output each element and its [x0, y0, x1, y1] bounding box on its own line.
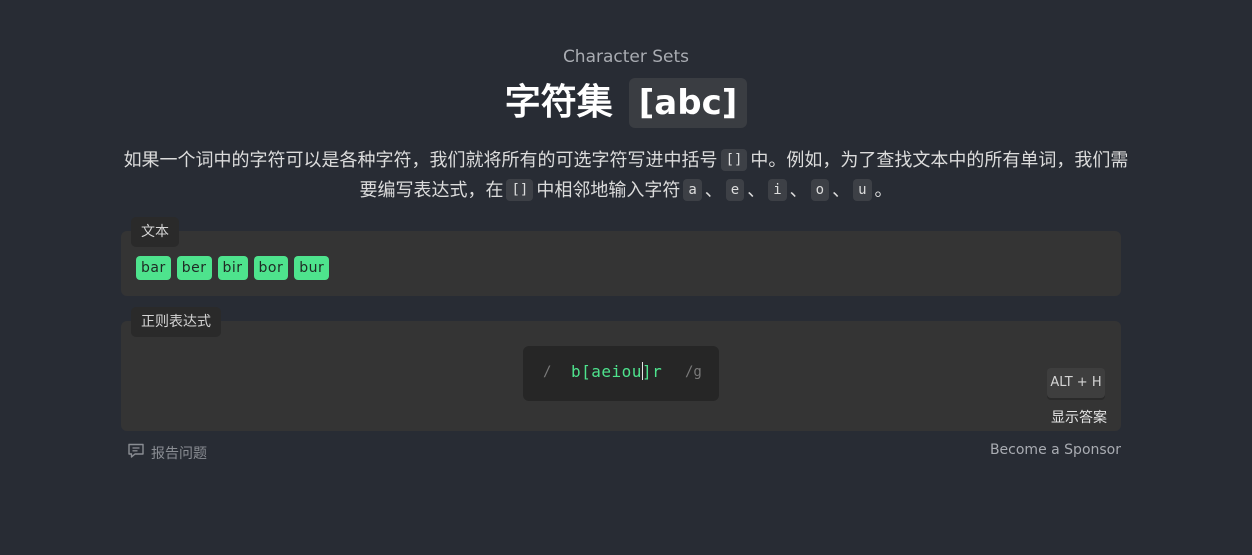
separator: 、: [704, 180, 723, 201]
inline-code-char: o: [810, 179, 830, 201]
lesson-subtitle: Character Sets: [562, 47, 690, 67]
match-chip: bor: [253, 256, 289, 280]
separator: 、: [832, 180, 851, 201]
sponsor-link[interactable]: Become a Sponsor: [990, 442, 1121, 458]
regex-panel-label: 正则表达式: [131, 307, 221, 337]
text-panel: 文本 bar ber bir bor bur: [121, 217, 1121, 296]
report-issue-label: 报告问题: [151, 446, 207, 462]
regex-value-after-caret: ]r: [641, 362, 663, 381]
inline-code-char: e: [725, 179, 745, 201]
show-answer-label[interactable]: 显示答案: [1051, 407, 1107, 427]
match-list: bar ber bir bor bur: [136, 256, 330, 280]
lesson-title-code: [abc]: [628, 78, 748, 128]
regex-panel: 正则表达式 / b[aeiou]r /g ALT + H 显示答案: [121, 307, 1121, 431]
inline-code: []: [506, 179, 534, 201]
regex-open-slash: /: [543, 364, 552, 380]
regex-flags: /g: [685, 364, 702, 380]
description-text: 如果一个词中的字符可以是各种字符，我们就将所有的可选字符写进中括号: [123, 150, 718, 171]
show-answer-shortcut-button[interactable]: ALT + H: [1047, 368, 1105, 398]
match-chip: ber: [176, 256, 212, 280]
separator: 、: [789, 180, 808, 201]
description-end: 。: [874, 180, 893, 201]
lesson-title-row: 字符集 [abc]: [0, 78, 1252, 128]
match-chip: bar: [136, 256, 171, 280]
match-chip: bur: [294, 256, 330, 280]
description-text: 中相邻地输入字符: [536, 180, 681, 201]
match-chip: bir: [217, 256, 248, 280]
regex-input-box[interactable]: / b[aeiou]r /g: [523, 346, 719, 401]
inline-code-char: u: [853, 179, 872, 201]
lesson-description: 如果一个词中的字符可以是各种字符，我们就将所有的可选字符写进中括号[] 中。例如，…: [116, 146, 1136, 206]
report-issue-link[interactable]: 报告问题: [127, 442, 207, 464]
inline-code-char: i: [768, 179, 787, 201]
regex-value-before-caret: b[aeiou: [571, 362, 642, 381]
lesson-title: 字符集: [504, 82, 613, 123]
comment-icon: [127, 442, 145, 464]
inline-code-char: a: [683, 179, 702, 201]
inline-code: []: [720, 149, 748, 171]
page: Character Sets 字符集 [abc] 如果一个词中的字符可以是各种字…: [0, 0, 1252, 555]
regex-input[interactable]: b[aeiou]r: [571, 362, 662, 381]
separator: 、: [747, 180, 766, 201]
text-panel-label: 文本: [131, 217, 179, 247]
